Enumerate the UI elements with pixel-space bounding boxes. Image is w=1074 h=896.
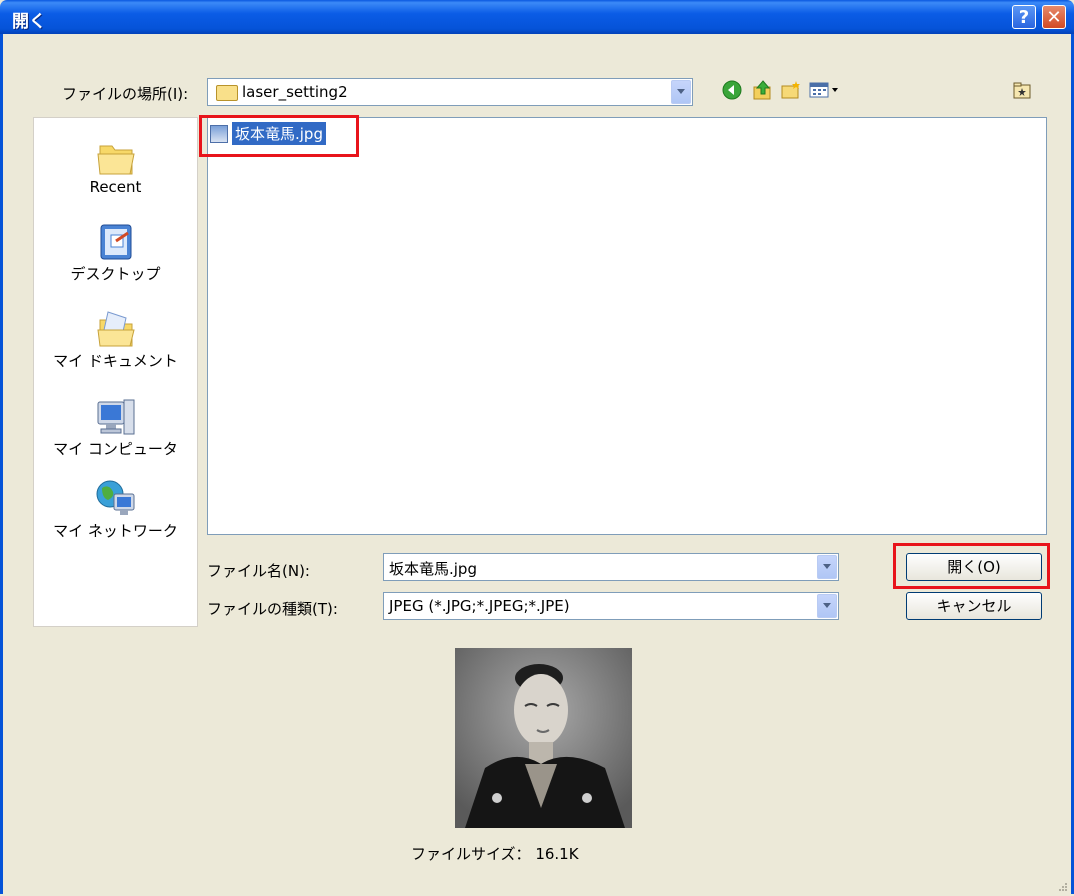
- portrait-photo: [455, 648, 632, 828]
- up-folder-button[interactable]: [752, 80, 772, 100]
- recent-folder-icon: [94, 136, 138, 178]
- place-my-documents[interactable]: マイ ドキュメント: [34, 308, 197, 371]
- highlight-box-open: [893, 543, 1050, 589]
- folder-icon: [216, 85, 238, 101]
- look-in-value: laser_setting2: [242, 83, 348, 101]
- place-recent[interactable]: Recent: [34, 136, 197, 196]
- place-label: Recent: [89, 178, 142, 196]
- place-label: マイ ネットワーク: [53, 522, 178, 540]
- places-bar: Recent デスクトップ マイ ドキュメント マイ コンピュータ マイ ネット…: [33, 117, 198, 627]
- back-arrow-icon: [722, 80, 742, 100]
- place-label: マイ ドキュメント: [53, 352, 178, 370]
- filename-value: 坂本竜馬.jpg: [389, 560, 477, 578]
- place-label: マイ コンピュータ: [53, 440, 178, 458]
- place-my-computer[interactable]: マイ コンピュータ: [34, 396, 197, 459]
- preview-caption: ファイルサイズ： 16.1K: [411, 845, 579, 863]
- back-button[interactable]: [722, 80, 742, 100]
- cancel-button[interactable]: キャンセル: [906, 592, 1042, 620]
- resize-grip-icon[interactable]: [1058, 878, 1068, 891]
- my-documents-icon: [94, 308, 138, 350]
- filename-input[interactable]: 坂本竜馬.jpg: [383, 553, 839, 581]
- view-menu-button[interactable]: [808, 80, 844, 100]
- filetype-label: ファイルの種類(T):: [207, 600, 338, 618]
- place-desktop[interactable]: デスクトップ: [34, 221, 197, 284]
- my-computer-icon: [94, 396, 138, 438]
- look-in-combo[interactable]: laser_setting2: [207, 78, 693, 106]
- chevron-down-icon[interactable]: [817, 555, 837, 579]
- my-network-icon: [94, 478, 138, 520]
- filetype-value: JPEG (*.JPG;*.JPEG;*.JPE): [389, 597, 570, 615]
- new-folder-icon: [781, 81, 800, 99]
- help-button[interactable]: ?: [1012, 5, 1036, 29]
- highlight-box-file: [199, 115, 359, 157]
- close-button[interactable]: ✕: [1042, 5, 1066, 29]
- title-bar: 開く ? ✕: [0, 0, 1074, 34]
- view-menu-icon: [809, 82, 838, 98]
- place-my-network[interactable]: マイ ネットワーク: [34, 478, 197, 541]
- desktop-icon: [94, 221, 138, 263]
- file-list[interactable]: 坂本竜馬.jpg: [207, 117, 1047, 535]
- place-label: デスクトップ: [70, 265, 161, 283]
- filetype-select[interactable]: JPEG (*.JPG;*.JPEG;*.JPE): [383, 592, 839, 620]
- folder-star-icon: [1013, 82, 1031, 99]
- chevron-down-icon[interactable]: [817, 594, 837, 618]
- look-in-label: ファイルの場所(I):: [62, 85, 189, 103]
- up-folder-icon: [753, 80, 771, 100]
- filename-label: ファイル名(N):: [207, 562, 310, 580]
- chevron-down-icon[interactable]: [671, 80, 691, 104]
- preview-image: [455, 648, 632, 828]
- window-title: 開く: [12, 12, 46, 32]
- favorites-button[interactable]: [1012, 80, 1032, 100]
- new-folder-button[interactable]: [780, 80, 800, 100]
